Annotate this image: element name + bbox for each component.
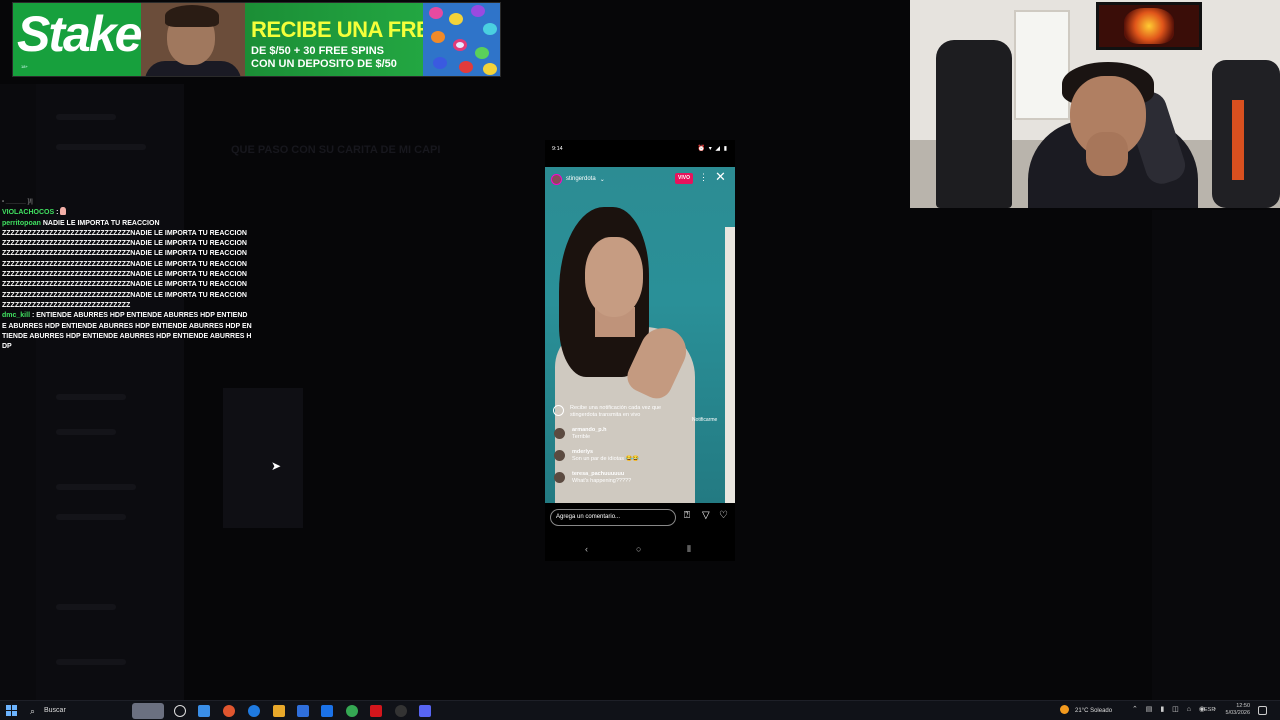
- app-icon[interactable]: [395, 705, 407, 717]
- screen: QUE PASO CON SU CARITA DE MI CAPI Stake …: [0, 0, 1280, 720]
- language-indicator[interactable]: ESP: [1204, 707, 1215, 713]
- taskbar-clock[interactable]: 12:50 5/03/2026: [1222, 703, 1250, 717]
- phone-screen: 9:14 ⏰ ▾ ◢ ▮ stingerdota ⌄ VIVO ⋮ ✕ Reci…: [545, 140, 735, 561]
- notify-text: Recibe una notificación cada vez que sti…: [570, 405, 662, 418]
- chat-message: ZZZZZZZZZZZZZZZZZZZZZZZZZZZZZZNADIE LE I…: [2, 281, 247, 289]
- notify-button[interactable]: Notificarme: [692, 417, 717, 423]
- back-icon[interactable]: ‹: [585, 544, 588, 554]
- taskbar-search[interactable]: ⌕ Buscar: [30, 704, 130, 718]
- chat-message: dmc_kill : ENTIENDE ABURRES HDP ENTIENDE…: [2, 312, 252, 351]
- mouse-cursor-icon: ➤: [271, 459, 282, 473]
- ad-fine-print: 18+: [21, 64, 28, 69]
- background-channel-list: [36, 84, 184, 700]
- notification-icon: [553, 405, 564, 416]
- chevron-down-icon[interactable]: ⌄: [600, 176, 605, 183]
- webcam-feed: [910, 0, 1280, 208]
- background-thumbnail: [223, 388, 303, 528]
- ad-offer-line-1: DE $/50 + 30 FREE SPINS: [251, 45, 384, 57]
- background-server-rail: [0, 84, 36, 700]
- task-view-icon[interactable]: [174, 705, 186, 717]
- close-icon[interactable]: ✕: [715, 170, 726, 184]
- chat-message: ZZZZZZZZZZZZZZZZZZZZZZZZZZZZZZNADIE LE I…: [2, 229, 247, 237]
- comment-text: Terrible: [572, 434, 591, 440]
- comment-text: What's happening?????: [572, 478, 632, 484]
- search-label: Buscar: [44, 707, 66, 714]
- chat-message: ZZZZZZZZZZZZZZZZZZZZZZZZZZZZZZNADIE LE I…: [2, 240, 247, 248]
- share-icon[interactable]: ▽: [702, 510, 710, 522]
- account-name[interactable]: stingerdota: [566, 176, 596, 182]
- live-badge: VIVO: [675, 173, 693, 184]
- comment-user: mderlys: [572, 449, 594, 455]
- notify-banner: Recibe una notificación cada vez que sti…: [551, 402, 731, 424]
- discord-icon[interactable]: [419, 705, 431, 717]
- status-icons: ⏰ ▾ ◢ ▮: [697, 146, 728, 152]
- android-nav-bar: ‹ ○ ⦀: [545, 540, 735, 560]
- avatar: [554, 428, 565, 439]
- comment-item: mderlys Son un par de idiotas 😂😂: [551, 448, 731, 468]
- comment-item: armando_p.h Terrible: [551, 426, 731, 446]
- search-highlight-image[interactable]: [132, 703, 164, 719]
- status-time: 9:14: [552, 146, 563, 152]
- comment-item: teresa_pachuuuuuu What's happening?????: [551, 470, 731, 490]
- ad-candy-image: [423, 3, 500, 76]
- chat-message: ZZZZZZZZZZZZZZZZZZZZZZZZZZZZZZNADIE LE I…: [2, 260, 247, 268]
- background-member-list: [1152, 210, 1280, 700]
- ad-person-image: [141, 3, 245, 76]
- recents-icon[interactable]: ⦀: [687, 544, 691, 555]
- chat-message: VIOLACHOCOS :: [2, 207, 252, 218]
- comment-text: Son un par de idiotas 😂😂: [572, 456, 640, 462]
- widgets-icon[interactable]: [198, 705, 210, 717]
- clock-date: 5/03/2026: [1225, 710, 1250, 716]
- sun-icon: [1060, 705, 1069, 714]
- comment-user: armando_p.h: [572, 427, 607, 433]
- stream-chat: • ______ ]/| VIOLACHOCOS : perritopoan N…: [2, 197, 252, 352]
- app-icon[interactable]: [321, 705, 333, 717]
- app-icon[interactable]: [370, 705, 382, 717]
- chat-message: ZZZZZZZZZZZZZZZZZZZZZZZZZZZZZZNADIE LE I…: [2, 291, 247, 299]
- ad-offer-line-2: CON UN DEPOSITO DE $/50: [251, 58, 397, 70]
- comment-user: teresa_pachuuuuuu: [572, 471, 625, 477]
- stake-ad-banner[interactable]: Stake 18+ RECIBE UNA FREEBET DE $/50 + 3…: [12, 2, 501, 77]
- search-icon: ⌕: [30, 706, 36, 716]
- live-account-header[interactable]: stingerdota ⌄: [551, 173, 605, 185]
- edge-icon[interactable]: [248, 705, 260, 717]
- store-icon[interactable]: [297, 705, 309, 717]
- notifications-icon[interactable]: [1258, 706, 1267, 715]
- chat-message: ZZZZZZZZZZZZZZZZZZZZZZZZZZZZZZ: [2, 301, 131, 309]
- chat-message: perritopoan NADIE LE IMPORTA TU REACCION: [2, 219, 160, 227]
- file-explorer-icon[interactable]: [273, 705, 285, 717]
- avatar: [554, 450, 565, 461]
- taskbar: ⌕ Buscar 21°C Soleado ⌃ ▤ ▮ ◫ ⌂ ◉ ♪ ESP …: [0, 700, 1280, 720]
- clock-time: 12:50: [1236, 703, 1250, 709]
- phone-status-bar: 9:14 ⏰ ▾ ◢ ▮: [545, 140, 735, 158]
- chat-message-faded: • ______ ]/|: [2, 199, 33, 205]
- emote-icon: [60, 207, 67, 216]
- chrome-icon[interactable]: [346, 705, 358, 717]
- comment-bar: Agrega un comentario... ⍰ ▽ ♡: [545, 507, 735, 529]
- comment-input[interactable]: Agrega un comentario...: [550, 509, 676, 526]
- weather-widget[interactable]: 21°C Soleado: [1060, 705, 1112, 717]
- avatar: [554, 472, 565, 483]
- account-avatar[interactable]: [551, 173, 562, 185]
- home-icon[interactable]: ○: [636, 544, 641, 554]
- windows-start-icon[interactable]: [6, 705, 17, 716]
- question-icon[interactable]: ⍰: [684, 510, 690, 522]
- chat-message: ZZZZZZZZZZZZZZZZZZZZZZZZZZZZZZNADIE LE I…: [2, 250, 247, 258]
- stake-logo: Stake: [17, 6, 142, 62]
- more-options-icon[interactable]: ⋮: [699, 172, 708, 183]
- app-icon[interactable]: [223, 705, 235, 717]
- chat-message: ZZZZZZZZZZZZZZZZZZZZZZZZZZZZZZNADIE LE I…: [2, 271, 247, 279]
- background-heading: QUE PASO CON SU CARITA DE MI CAPI: [231, 144, 441, 156]
- heart-icon[interactable]: ♡: [719, 510, 728, 522]
